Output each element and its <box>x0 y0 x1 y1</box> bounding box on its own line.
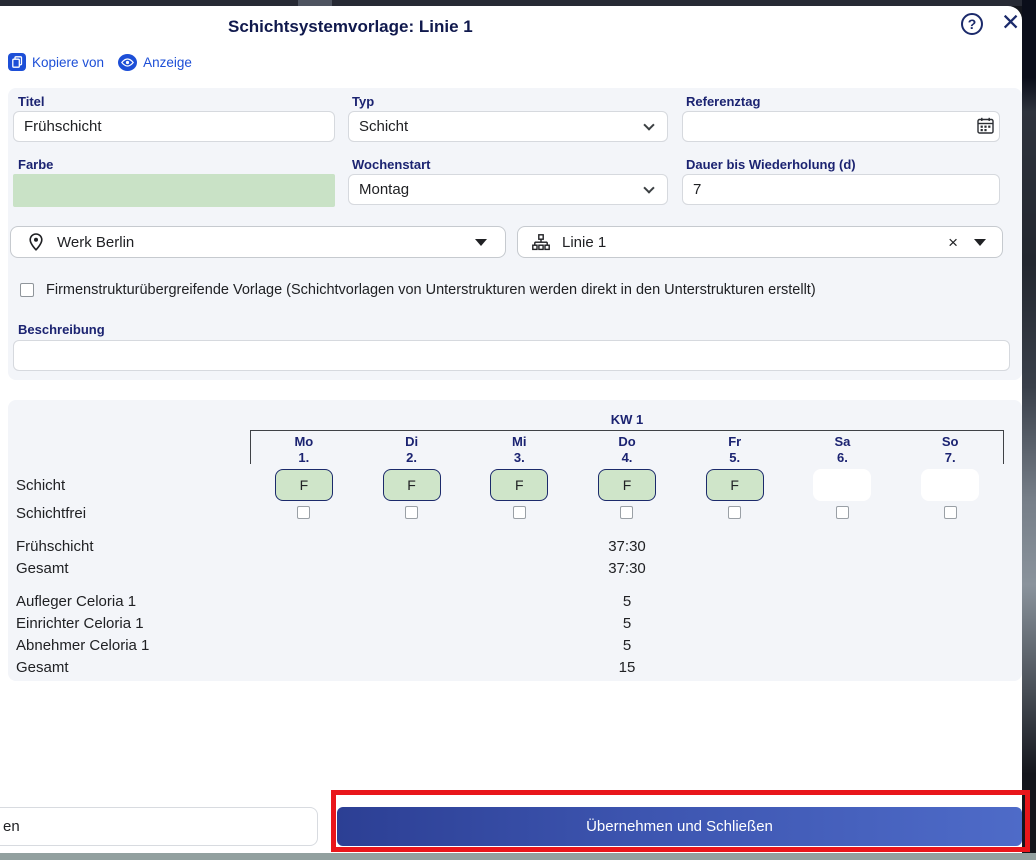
hours-row-label: Frühschicht <box>16 538 94 555</box>
typ-select[interactable]: Schicht <box>348 111 668 142</box>
shift-cell-mi[interactable]: F <box>490 469 549 501</box>
typ-label: Typ <box>352 94 375 109</box>
day-name: Mo <box>294 434 314 449</box>
beschreibung-input[interactable] <box>13 340 1010 371</box>
substructure-dropdown-value: Linie 1 <box>562 233 607 251</box>
day-date: 4. <box>621 450 633 465</box>
day-date: 7. <box>944 450 956 465</box>
day-date: 1. <box>298 450 310 465</box>
schichtfrei-row <box>250 506 1004 519</box>
staffing-row-label: Einrichter Celoria 1 <box>16 615 144 632</box>
schicht-row-label: Schicht <box>16 477 66 494</box>
chevron-down-icon <box>643 182 655 194</box>
day-date: 3. <box>513 450 525 465</box>
dauer-label: Dauer bis Wiederholung (d) <box>686 157 856 172</box>
copy-from-button[interactable]: Kopiere von <box>8 53 104 71</box>
farbe-label: Farbe <box>18 157 54 172</box>
titel-input[interactable] <box>13 111 335 142</box>
eye-icon <box>118 53 138 71</box>
schichtfrei-checkbox-sa[interactable] <box>835 506 849 519</box>
day-name: Sa <box>834 434 851 449</box>
dialog-title: Schichtsystemvorlage: Linie 1 <box>228 17 473 36</box>
structure-dropdown-value: Werk Berlin <box>57 233 135 251</box>
day-date: 5. <box>729 450 741 465</box>
copy-from-label: Kopiere von <box>32 54 105 70</box>
copy-icon <box>8 53 26 71</box>
staffing-row-value: 5 <box>622 615 632 632</box>
staffing-row-label: Abnehmer Celoria 1 <box>16 637 150 654</box>
schichtfrei-row-label: Schichtfrei <box>16 505 87 522</box>
substructure-dropdown[interactable]: Linie 1 × <box>517 226 1003 258</box>
schichtfrei-checkbox-mi[interactable] <box>512 506 526 519</box>
day-name: Do <box>618 434 636 449</box>
display-label: Anzeige <box>143 54 192 70</box>
secondary-button-partial[interactable]: en <box>0 807 318 846</box>
sitemap-icon <box>532 233 550 251</box>
background-right-strip <box>1022 0 1036 860</box>
apply-and-close-button[interactable]: Übernehmen und Schließen <box>337 807 1022 846</box>
location-pin-icon <box>29 233 43 251</box>
titel-label: Titel <box>18 94 45 109</box>
background-bottom-strip <box>0 853 1036 860</box>
shift-cell-mo[interactable]: F <box>274 469 333 501</box>
staffing-total-label: Gesamt <box>16 659 69 676</box>
week-label: KW 1 <box>610 412 644 427</box>
shift-cell-so[interactable] <box>921 469 980 501</box>
chevron-down-icon <box>643 119 655 131</box>
wochenstart-select[interactable]: Montag <box>348 174 668 205</box>
shift-cell-di[interactable]: F <box>382 469 441 501</box>
day-name: Mi <box>512 434 527 449</box>
hours-total-label: Gesamt <box>16 560 69 577</box>
shift-cell-fr[interactable]: F <box>705 469 764 501</box>
beschreibung-label: Beschreibung <box>18 322 105 337</box>
shift-cell-do[interactable]: F <box>597 469 656 501</box>
company-structure-checkbox-label: Firmenstrukturübergreifende Vorlage (Sch… <box>46 282 816 298</box>
schichtfrei-checkbox-mo[interactable] <box>297 506 311 519</box>
schichtfrei-checkbox-so[interactable] <box>943 506 957 519</box>
dropdown-arrow-icon <box>475 238 487 246</box>
display-button[interactable]: Anzeige <box>118 53 192 71</box>
toolbar: Kopiere von Anzeige <box>8 53 192 71</box>
structure-dropdown[interactable]: Werk Berlin <box>10 226 506 258</box>
wochenstart-select-value: Montag <box>359 181 410 198</box>
calendar-icon[interactable] <box>977 117 994 139</box>
screen: Schichtsystemvorlage: Linie 1 ? ✕ Kopier… <box>0 0 1036 860</box>
dauer-input[interactable] <box>682 174 1000 205</box>
day-date: 2. <box>406 450 417 465</box>
schichtfrei-checkbox-fr[interactable] <box>728 506 742 519</box>
company-structure-checkbox[interactable] <box>20 283 34 297</box>
staffing-row-value: 5 <box>622 637 632 654</box>
day-name-row: Mo Di Mi Do Fr Sa So <box>250 434 1004 449</box>
referenztag-input[interactable] <box>682 111 1000 142</box>
day-date-row: 1. 2. 3. 4. 5. 6. 7. <box>250 450 1004 465</box>
secondary-button-label-fragment: en <box>3 818 20 835</box>
typ-select-value: Schicht <box>359 118 409 135</box>
referenztag-label: Referenztag <box>686 94 761 109</box>
close-icon[interactable]: ✕ <box>1001 9 1020 36</box>
clear-icon[interactable]: × <box>948 234 958 251</box>
help-glyph: ? <box>967 16 977 32</box>
staffing-row-label: Aufleger Celoria 1 <box>16 593 137 610</box>
staffing-total-value: 15 <box>618 659 636 676</box>
shift-cell-sa[interactable] <box>813 469 872 501</box>
day-name: Di <box>405 434 419 449</box>
day-name: So <box>941 434 959 449</box>
shift-row: F F F F F <box>250 469 1004 501</box>
hours-row-value: 37:30 <box>608 538 646 555</box>
staffing-row-value: 5 <box>622 593 632 610</box>
help-icon[interactable]: ? <box>961 13 983 35</box>
hours-total-value: 37:30 <box>608 560 646 577</box>
dropdown-arrow-icon <box>974 238 986 246</box>
farbe-swatch[interactable] <box>13 174 335 207</box>
schichtfrei-checkbox-do[interactable] <box>620 506 634 519</box>
schichtfrei-checkbox-di[interactable] <box>405 506 419 519</box>
day-name: Fr <box>728 434 742 449</box>
wochenstart-label: Wochenstart <box>352 157 431 172</box>
day-date: 6. <box>837 450 848 465</box>
